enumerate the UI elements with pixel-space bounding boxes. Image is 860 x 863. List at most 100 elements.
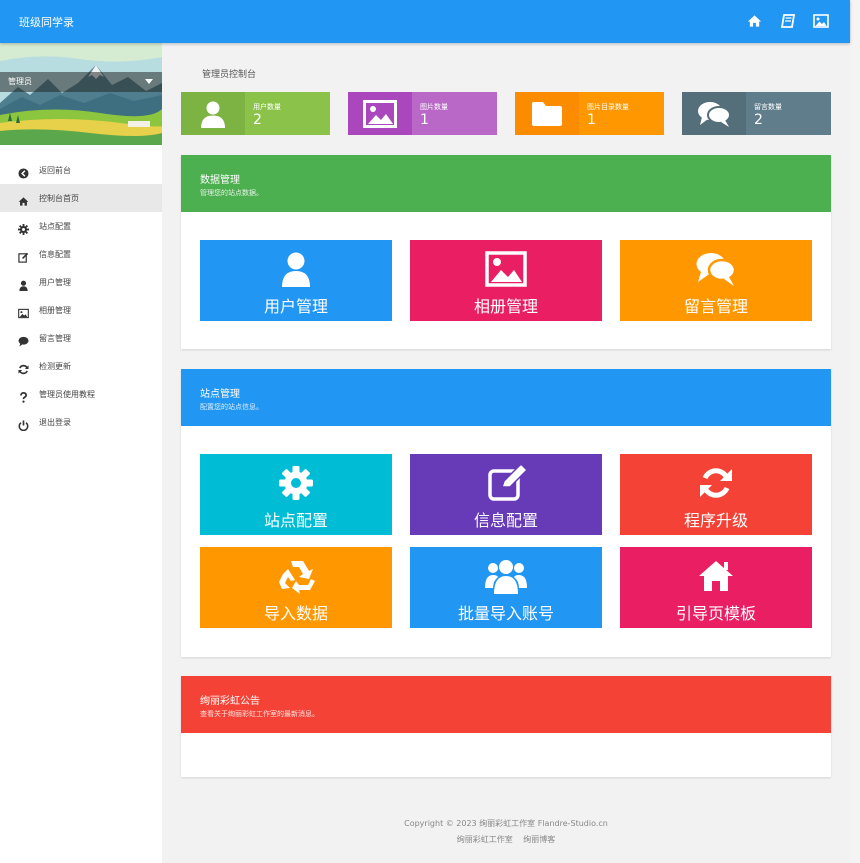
home-icon [699, 561, 733, 591]
tile-label: 程序升级 [683, 511, 748, 530]
stat-icon-box [181, 92, 245, 135]
question-icon [18, 388, 29, 403]
sidebar-item-label: 退出登录 [39, 418, 71, 427]
tile-label: 站点配置 [263, 511, 328, 530]
data-management-panel: 数据管理 管理您的站点数据。 用户管理 相册管理 留言管理 [181, 155, 831, 349]
program-upgrade-button[interactable]: 程序升级 [620, 454, 812, 535]
image-icon [18, 304, 29, 319]
stat-card-message-count[interactable]: 留言数量 2 [682, 92, 831, 135]
sidebar-item-check-update[interactable]: 检测更新 [0, 352, 162, 380]
panel-header: 站点管理 配置您的站点信息。 [181, 369, 831, 426]
stat-card-user-count[interactable]: 用户数量 2 [181, 92, 330, 135]
tile-label: 引导页模板 [675, 604, 756, 623]
stat-label: 用户数量 [253, 103, 281, 111]
site-management-panel: 站点管理 配置您的站点信息。 站点配置 信息配置 程序升级 导入数据 批量导入账… [181, 369, 831, 657]
stat-icon-box [515, 92, 579, 135]
stat-label: 留言数量 [754, 103, 782, 111]
sidebar-item-site-config[interactable]: 站点配置 [0, 212, 162, 240]
batch-import-accounts-button[interactable]: 批量导入账号 [410, 547, 602, 628]
site-title[interactable]: 班级同学录 [19, 14, 74, 30]
refresh-icon [700, 468, 732, 498]
folder-icon [532, 102, 562, 126]
tile-label: 相册管理 [473, 297, 538, 316]
panel-subtitle: 管理您的站点数据。 [200, 189, 263, 197]
footer-copyright: Copyright © 2023 绚丽彩虹工作室 Flandre-Studio.… [404, 819, 608, 828]
stat-value: 1 [587, 112, 596, 128]
mountain-landscape-image [0, 43, 162, 145]
stat-icon-box [682, 92, 746, 135]
sidebar-item-admin-tutorial[interactable]: 管理员使用教程 [0, 380, 162, 408]
info-config-button[interactable]: 信息配置 [410, 454, 602, 535]
gear-icon [279, 466, 313, 500]
stat-label: 图片数量 [420, 103, 448, 111]
image-icon[interactable] [813, 13, 829, 29]
sidebar-item-label: 留言管理 [39, 334, 71, 343]
panel-title: 数据管理 [200, 175, 240, 186]
sidebar-item-label: 用户管理 [39, 278, 71, 287]
footer-links: 绚丽彩虹工作室 绚丽博客 [181, 834, 831, 845]
admin-user-dropdown[interactable]: 管理员 [0, 72, 162, 92]
panel-header: 数据管理 管理您的站点数据。 [181, 155, 831, 212]
sidebar-item-user-management[interactable]: 用户管理 [0, 268, 162, 296]
sidebar-item-album-management[interactable]: 相册管理 [0, 296, 162, 324]
notice-panel: 绚丽彩虹公告 查看关于绚丽彩虹工作室的最新消息。 [181, 676, 831, 777]
panel-subtitle: 配置您的站点信息。 [200, 403, 263, 411]
users-icon [485, 560, 527, 594]
circle-arrow-left-icon [18, 164, 29, 179]
sidebar-item-info-config[interactable]: 信息配置 [0, 240, 162, 268]
footer-link-blog[interactable]: 绚丽博客 [523, 835, 555, 844]
refresh-icon [18, 360, 29, 375]
image-icon [485, 251, 527, 287]
panel-subtitle: 查看关于绚丽彩虹工作室的最新消息。 [200, 710, 319, 718]
sidebar-item-label: 管理员使用教程 [39, 390, 95, 399]
album-management-button[interactable]: 相册管理 [410, 240, 602, 321]
stat-value: 2 [253, 112, 262, 128]
caret-down-icon [145, 79, 153, 84]
sidebar-item-label: 相册管理 [39, 306, 71, 315]
book-icon[interactable] [780, 13, 797, 29]
sidebar-item-message-management[interactable]: 留言管理 [0, 324, 162, 352]
sidebar-item-logout[interactable]: 退出登录 [0, 408, 162, 436]
admin-name: 管理员 [8, 77, 32, 86]
tile-label: 导入数据 [263, 604, 328, 623]
message-management-button[interactable]: 留言管理 [620, 240, 812, 321]
home-icon[interactable] [747, 13, 763, 29]
stat-value: 1 [420, 112, 429, 128]
sidebar-item-label: 站点配置 [39, 222, 71, 231]
top-navbar: 班级同学录 [0, 0, 850, 43]
user-icon [282, 252, 310, 287]
stat-label: 图片目录数量 [587, 103, 629, 111]
user-management-button[interactable]: 用户管理 [200, 240, 392, 321]
tile-label: 留言管理 [683, 297, 748, 316]
stat-icon-box [348, 92, 412, 135]
power-icon [18, 416, 29, 432]
sidebar-menu: 返回前台 控制台首页 站点配置 信息配置 用户管理 相册管理 留言管理 检测更新… [0, 156, 162, 436]
sidebar-item-label: 控制台首页 [39, 194, 79, 203]
sidebar-item-label: 信息配置 [39, 250, 71, 259]
comment-icon [18, 332, 29, 347]
guide-page-template-button[interactable]: 引导页模板 [620, 547, 812, 628]
sidebar-item-dashboard[interactable]: 控制台首页 [0, 184, 162, 212]
profile-banner: 管理员 [0, 43, 162, 145]
sidebar: 管理员 返回前台 控制台首页 站点配置 信息配置 用户管理 相册管理 留言管理 … [0, 43, 162, 863]
sidebar-item-label: 返回前台 [39, 166, 71, 175]
edit-icon [488, 465, 528, 501]
panel-title: 绚丽彩虹公告 [200, 696, 260, 707]
panel-header: 绚丽彩虹公告 查看关于绚丽彩虹工作室的最新消息。 [181, 676, 831, 733]
gear-icon [18, 220, 29, 235]
page-title: 管理员控制台 [202, 70, 257, 80]
edit-icon [18, 248, 29, 263]
stat-card-image-count[interactable]: 图片数量 1 [348, 92, 497, 135]
tile-label: 用户管理 [263, 297, 328, 316]
tile-label: 批量导入账号 [457, 604, 554, 623]
import-data-button[interactable]: 导入数据 [200, 547, 392, 628]
sidebar-item-back-to-frontend[interactable]: 返回前台 [0, 156, 162, 184]
footer-link-studio[interactable]: 绚丽彩虹工作室 [457, 835, 513, 844]
stat-card-image-folder-count[interactable]: 图片目录数量 1 [515, 92, 664, 135]
sidebar-item-label: 检测更新 [39, 362, 71, 371]
site-config-button[interactable]: 站点配置 [200, 454, 392, 535]
scrollbar-track[interactable] [850, 0, 860, 863]
recycle-icon [279, 561, 315, 594]
home-icon [18, 192, 29, 206]
comments-icon [698, 102, 731, 127]
